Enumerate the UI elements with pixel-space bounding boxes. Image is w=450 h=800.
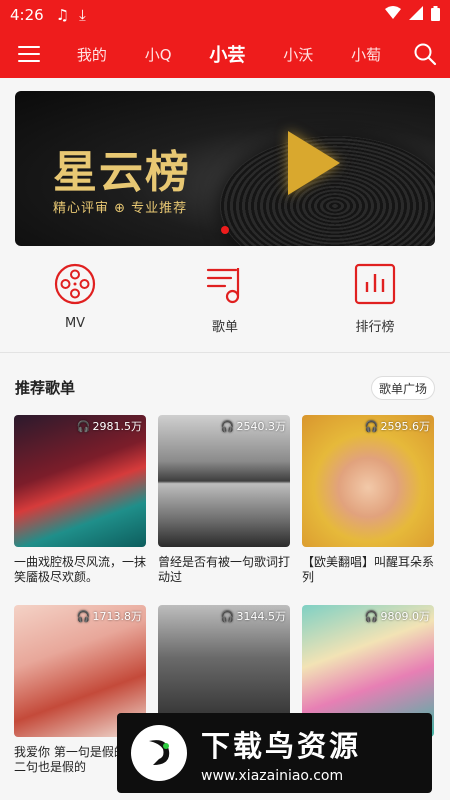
top-navigation: 我的 小Q 小芸 小沃 小萄 — [0, 30, 450, 78]
play-count-value: 3144.5万 — [236, 610, 287, 623]
tab-xiaowo[interactable]: 小沃 — [283, 44, 313, 65]
bird-logo-icon — [131, 725, 187, 781]
tab-xiaotao[interactable]: 小萄 — [351, 44, 381, 65]
banner-title: 星云榜 — [53, 147, 191, 198]
music-note-icon: ♫ — [55, 6, 70, 24]
watermark-title: 下载鸟资源 — [201, 728, 362, 763]
play-count: 🎧 2981.5万 — [77, 418, 142, 434]
playlist-icon — [203, 262, 247, 306]
search-icon[interactable] — [400, 30, 450, 78]
playlist-title: 一曲戏腔极尽风流，一抹笑靥极尽欢颜。 — [14, 555, 146, 584]
wifi-icon — [385, 6, 401, 24]
playlist-square-button[interactable]: 歌单广场 — [371, 376, 435, 400]
quick-entry-ranking-label: 排行榜 — [355, 320, 395, 335]
section-divider — [0, 352, 450, 353]
banner-subtitle: 精心评审 ⊕ 专业推荐 — [53, 201, 188, 216]
status-bar: 4:26 ♫ ⤓ — [0, 0, 450, 30]
chart-icon — [353, 262, 397, 306]
play-count: 🎧 9809.0万 — [365, 608, 430, 624]
watermark-overlay: 下载鸟资源 www.xiazainiao.com — [117, 713, 432, 793]
headphones-icon: 🎧 — [364, 609, 379, 623]
battery-icon — [431, 5, 440, 25]
playlist-title: 曾经是否有被一句歌词打动过 — [158, 555, 290, 584]
status-time: 4:26 — [10, 6, 44, 24]
play-triangle-icon — [288, 131, 340, 195]
headphones-icon: 🎧 — [76, 419, 91, 433]
carousel-dot[interactable] — [221, 226, 229, 234]
headphones-icon: 🎧 — [76, 609, 91, 623]
section-title: 推荐歌单 — [15, 379, 76, 397]
tab-bar: 我的 小Q 小芸 小沃 小萄 — [58, 30, 400, 78]
quick-entry-playlist-label: 歌单 — [211, 320, 238, 335]
quick-entry-mv-label: MV — [64, 316, 86, 331]
quick-entry-ranking[interactable]: 排行榜 — [300, 262, 450, 342]
playlist-cover: 🎧 2981.5万 — [14, 415, 146, 547]
play-count-value: 2981.5万 — [92, 420, 143, 433]
play-count-value: 2595.6万 — [380, 420, 431, 433]
signal-icon — [409, 6, 423, 24]
app-root: 4:26 ♫ ⤓ 我的 小Q 小芸 小沃 小萄 星云榜 精心评审 ⊕ 专业推荐 … — [0, 0, 450, 800]
tab-wode[interactable]: 我的 — [77, 44, 107, 65]
carousel-dots — [15, 226, 435, 234]
playlist-cover: 🎧 2595.6万 — [302, 415, 434, 547]
playlist-title: 【欧美翻唱】叫醒耳朵系列 — [302, 555, 434, 584]
headphones-icon: 🎧 — [364, 419, 379, 433]
play-count: 🎧 2540.3万 — [221, 418, 286, 434]
play-count: 🎧 2595.6万 — [365, 418, 430, 434]
headphones-icon: 🎧 — [220, 419, 235, 433]
playlist-card[interactable]: 🎧 2540.3万 曾经是否有被一句歌词打动过 — [158, 415, 290, 585]
playlist-card[interactable]: 🎧 2595.6万 【欧美翻唱】叫醒耳朵系列 — [302, 415, 434, 585]
menu-icon[interactable] — [0, 30, 58, 78]
play-count: 🎧 3144.5万 — [221, 608, 286, 624]
banner-carousel[interactable]: 星云榜 精心评审 ⊕ 专业推荐 — [15, 91, 435, 246]
watermark-url: www.xiazainiao.com — [201, 767, 344, 784]
quick-entry-playlist[interactable]: 歌单 — [150, 262, 300, 342]
play-count-value: 9809.0万 — [380, 610, 431, 623]
quick-entries: MV 歌单 排行榜 — [0, 262, 450, 342]
tab-xiaoq[interactable]: 小Q — [145, 44, 172, 65]
download-icon: ⤓ — [79, 6, 86, 24]
play-count: 🎧 1713.8万 — [77, 608, 142, 624]
tab-xiaoyun[interactable]: 小芸 — [209, 41, 245, 67]
quick-entry-mv[interactable]: MV — [0, 262, 150, 342]
play-count-value: 1713.8万 — [92, 610, 143, 623]
film-reel-icon — [53, 262, 97, 306]
headphones-icon: 🎧 — [220, 609, 235, 623]
playlist-card[interactable]: 🎧 2981.5万 一曲戏腔极尽风流，一抹笑靥极尽欢颜。 — [14, 415, 146, 585]
playlist-cover: 🎧 2540.3万 — [158, 415, 290, 547]
play-count-value: 2540.3万 — [236, 420, 287, 433]
